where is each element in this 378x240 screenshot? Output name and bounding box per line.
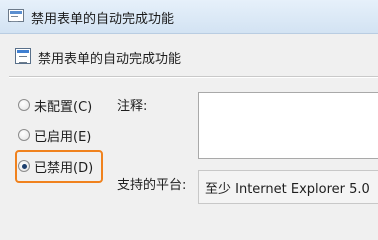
title-bar[interactable]: 禁用表单的自动完成功能 <box>0 0 378 34</box>
comment-label: 注释: <box>117 99 148 114</box>
comment-textarea[interactable] <box>198 92 378 159</box>
radio-disabled-label: 已禁用(D) <box>34 160 94 176</box>
radio-button-selected[interactable] <box>18 160 30 172</box>
platform-field[interactable]: 至少 Internet Explorer 5.0 <box>198 170 378 204</box>
window-title: 禁用表单的自动完成功能 <box>31 12 175 27</box>
radio-not-configured[interactable]: 未配置(C) <box>18 97 93 115</box>
policy-setting-icon <box>8 9 24 22</box>
setting-title: 禁用表单的自动完成功能 <box>38 52 182 67</box>
radio-disabled[interactable]: 已禁用(D) <box>18 158 94 176</box>
platform-label: 支持的平台: <box>117 178 187 193</box>
policy-header-icon <box>15 48 31 64</box>
platform-value: 至少 Internet Explorer 5.0 <box>205 182 370 197</box>
radio-enabled[interactable]: 已启用(E) <box>18 127 92 145</box>
radio-button[interactable] <box>18 129 30 141</box>
header-divider <box>9 76 378 78</box>
radio-button[interactable] <box>18 99 30 111</box>
radio-not-configured-label: 未配置(C) <box>34 99 93 115</box>
radio-enabled-label: 已启用(E) <box>34 129 92 145</box>
